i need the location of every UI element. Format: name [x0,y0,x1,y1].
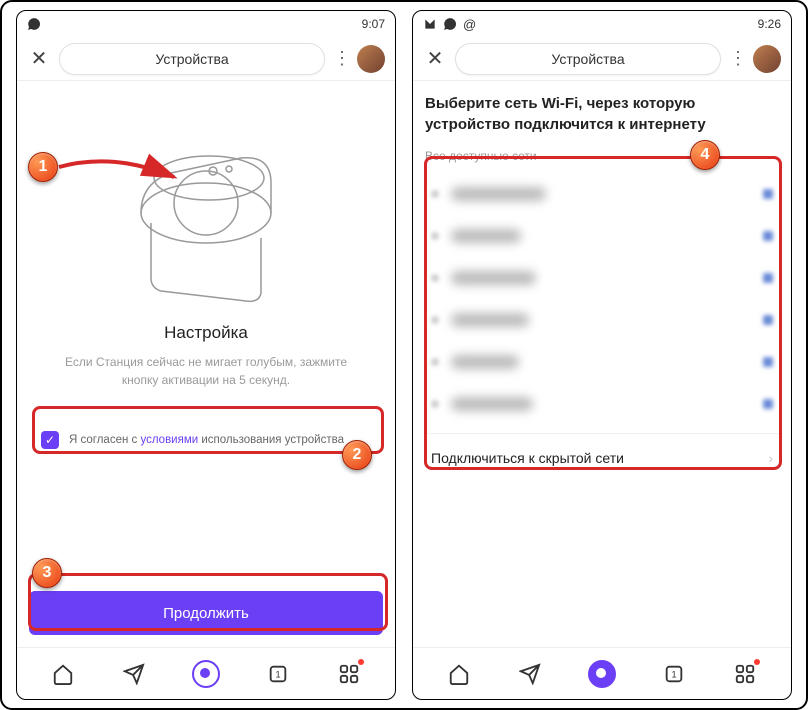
wifi-network-name [451,271,536,285]
wifi-instruction-title: Выберите сеть Wi-Fi, через которую устро… [425,93,779,135]
nav-tabs-icon[interactable]: 1 [265,661,291,687]
terms-checkbox[interactable]: ✓ [41,431,59,449]
continue-button[interactable]: Продолжить [29,591,383,635]
nav-send-icon[interactable] [121,661,147,687]
status-bar: 9:07 [17,11,395,37]
phone-screen-setup: 9:07 ✕ Устройства ⋮ [16,10,396,700]
wifi-signal-icon [431,400,439,408]
wifi-signal-icon [431,358,439,366]
wifi-signal-icon [431,316,439,324]
wifi-network-list [425,173,779,425]
terms-text: Я согласен с условиями использования уст… [69,434,344,446]
status-left-icons: @ [423,17,476,32]
whatsapp-icon [443,17,457,31]
svg-text:1: 1 [276,669,281,679]
wifi-network-item[interactable] [425,383,779,425]
mail-icon [423,17,437,31]
terms-agreement-row[interactable]: ✓ Я согласен с условиями использования у… [33,419,379,461]
status-time: 9:26 [758,17,781,31]
wifi-network-name [451,313,529,327]
close-button[interactable]: ✕ [423,46,447,71]
close-button[interactable]: ✕ [27,46,51,71]
nav-services-icon[interactable] [732,661,758,687]
wifi-signal-icon [431,274,439,282]
header-title: Устройства [551,51,624,67]
header-title-pill[interactable]: Устройства [59,43,325,75]
tutorial-composite: 9:07 ✕ Устройства ⋮ [0,0,808,710]
lock-icon [763,231,773,241]
wifi-signal-icon [431,232,439,240]
app-header: ✕ Устройства ⋮ [413,37,791,81]
lock-icon [763,273,773,283]
wifi-network-name [451,187,546,201]
wifi-network-name [451,397,533,411]
svg-text:1: 1 [672,669,677,679]
more-menu-icon[interactable]: ⋮ [333,48,349,69]
lock-icon [763,315,773,325]
status-left-icons [27,17,41,31]
nav-services-icon[interactable] [336,661,362,687]
callout-marker-3: 3 [32,558,62,588]
wifi-network-item[interactable] [425,257,779,299]
status-time: 9:07 [362,17,385,31]
setup-title: Настройка [29,323,383,343]
nav-alice-icon[interactable] [588,660,616,688]
nav-tabs-icon[interactable]: 1 [661,661,687,687]
header-title: Устройства [155,51,228,67]
lock-icon [763,189,773,199]
at-icon: @ [463,17,476,32]
chevron-right-icon: › [768,450,773,466]
wifi-network-item[interactable] [425,299,779,341]
setup-subtitle: Если Станция сейчас не мигает голубым, з… [29,353,383,389]
whatsapp-icon [27,17,41,31]
wifi-network-name [451,355,519,369]
callout-marker-4: 4 [690,140,720,170]
wifi-network-name [451,229,521,243]
user-avatar[interactable] [753,45,781,73]
wifi-signal-icon [431,190,439,198]
header-title-pill[interactable]: Устройства [455,43,721,75]
status-bar: @ 9:26 [413,11,791,37]
app-header: ✕ Устройства ⋮ [17,37,395,81]
wifi-network-item[interactable] [425,341,779,383]
more-menu-icon[interactable]: ⋮ [729,48,745,69]
bottom-navigation: 1 [413,647,791,699]
nav-home-icon[interactable] [50,661,76,687]
callout-marker-2: 2 [342,440,372,470]
callout-arrow [54,147,184,197]
wifi-network-item[interactable] [425,215,779,257]
terms-link[interactable]: условиями [140,434,198,446]
lock-icon [763,357,773,367]
lock-icon [763,399,773,409]
nav-send-icon[interactable] [517,661,543,687]
callout-marker-1: 1 [28,152,58,182]
wifi-all-networks-label: Все доступные сети [425,149,779,163]
wifi-network-item[interactable] [425,173,779,215]
user-avatar[interactable] [357,45,385,73]
bottom-navigation: 1 [17,647,395,699]
nav-home-icon[interactable] [446,661,472,687]
notification-dot [754,659,760,665]
notification-dot [358,659,364,665]
phone-screen-wifi: @ 9:26 ✕ Устройства ⋮ Выберите сеть Wi-F… [412,10,792,700]
connect-hidden-network[interactable]: Подключиться к скрытой сети › [425,433,779,482]
wifi-content: Выберите сеть Wi-Fi, через которую устро… [413,81,791,647]
nav-alice-icon[interactable] [192,660,220,688]
